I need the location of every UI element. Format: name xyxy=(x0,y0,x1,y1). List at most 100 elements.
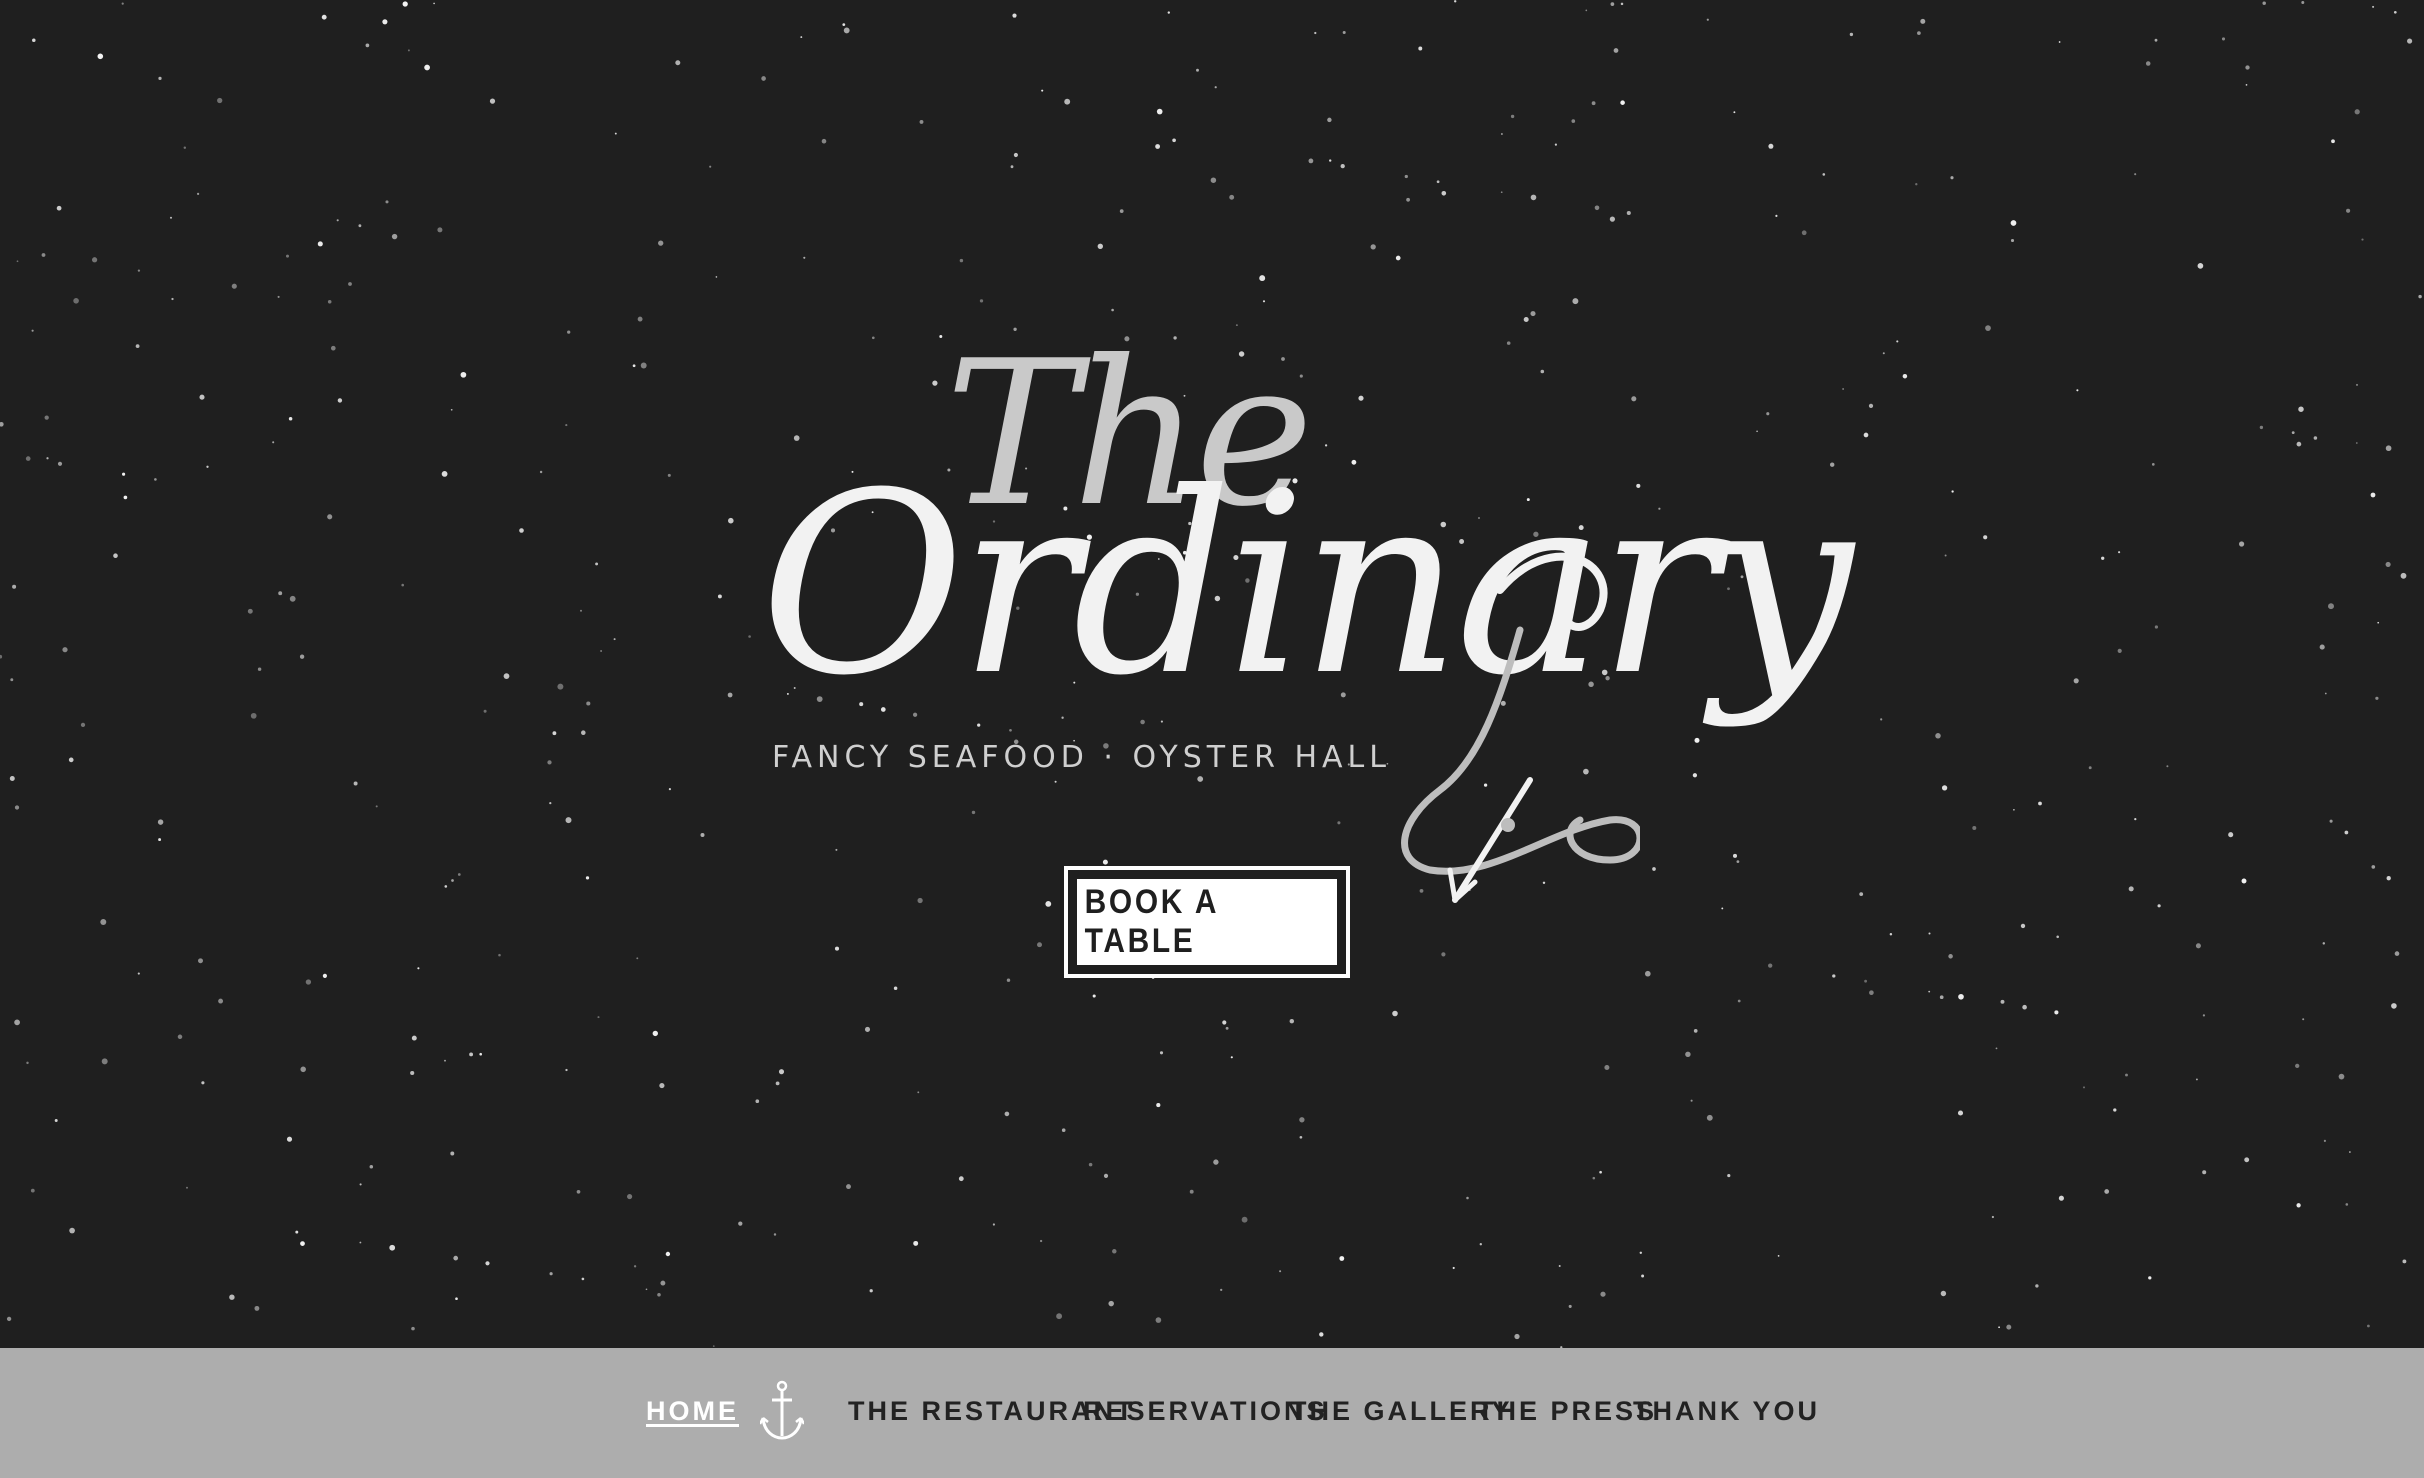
star-speck xyxy=(2377,621,2380,624)
star-speck xyxy=(581,1277,585,1281)
star-speck xyxy=(2296,1203,2301,1208)
star-speck xyxy=(913,1240,919,1246)
star-speck xyxy=(1500,133,1503,135)
star-speck xyxy=(667,473,671,477)
star-speck xyxy=(1692,773,1698,778)
star-speck xyxy=(633,1265,637,1268)
star-speck xyxy=(57,461,63,466)
star-speck xyxy=(277,295,280,298)
star-speck xyxy=(1013,152,1018,158)
star-speck xyxy=(137,972,140,975)
star-speck xyxy=(1530,194,1537,201)
star-speck xyxy=(557,683,564,690)
star-speck xyxy=(2302,1018,2305,1021)
star-speck xyxy=(2117,648,2122,653)
star-speck xyxy=(1092,994,1096,998)
star-speck xyxy=(169,216,173,219)
star-speck xyxy=(2371,865,2376,869)
star-speck xyxy=(1554,143,1557,146)
star-speck xyxy=(1155,144,1161,149)
star-speck xyxy=(14,1019,20,1026)
star-speck xyxy=(299,654,305,659)
star-speck xyxy=(2125,1073,2128,1077)
star-speck xyxy=(201,1081,205,1085)
star-speck xyxy=(1010,165,1014,169)
star-speck xyxy=(417,967,420,970)
star-speck xyxy=(1111,308,1114,312)
star-speck xyxy=(1039,1239,1043,1243)
star-speck xyxy=(457,873,461,876)
star-speck xyxy=(1801,230,1807,236)
star-speck xyxy=(2157,904,2161,908)
star-speck xyxy=(2355,383,2359,386)
star-speck xyxy=(1259,275,1266,282)
star-speck xyxy=(2054,1010,2059,1015)
star-speck xyxy=(1441,952,1446,957)
star-speck xyxy=(483,709,487,713)
star-speck xyxy=(2391,1003,2397,1009)
star-speck xyxy=(56,205,62,211)
star-speck xyxy=(171,297,174,301)
star-speck xyxy=(1889,932,1893,936)
star-speck xyxy=(1882,352,1885,355)
nav-item-the-press[interactable]: THE PRESS xyxy=(1477,1394,1657,1429)
star-speck xyxy=(1308,158,1314,164)
star-speck xyxy=(657,1293,661,1297)
star-speck xyxy=(1103,1173,1109,1178)
star-speck xyxy=(1572,298,1579,305)
star-speck xyxy=(2259,425,2264,430)
star-speck xyxy=(1064,98,1071,105)
star-speck xyxy=(2386,876,2391,881)
star-speck xyxy=(158,76,162,81)
star-speck xyxy=(2104,1189,2110,1194)
star-speck xyxy=(1706,18,1709,21)
star-speck xyxy=(1736,860,1740,863)
star-speck xyxy=(2020,923,2026,929)
star-speck xyxy=(411,1326,415,1331)
star-speck xyxy=(460,371,467,378)
nav-item-home[interactable]: HOME xyxy=(646,1394,739,1429)
star-speck xyxy=(613,638,616,641)
star-speck xyxy=(1289,1018,1295,1024)
nav-item-thank-you[interactable]: THANK YOU xyxy=(1633,1394,1820,1429)
star-speck xyxy=(585,876,590,880)
star-speck xyxy=(444,885,448,888)
star-speck xyxy=(382,19,388,25)
anchor-icon[interactable] xyxy=(760,1380,804,1442)
star-speck xyxy=(1441,191,1447,196)
star-speck xyxy=(1452,1266,1455,1270)
star-speck xyxy=(2319,644,2325,650)
star-speck xyxy=(1167,11,1170,14)
star-speck xyxy=(2324,692,2327,695)
star-speck xyxy=(2056,935,2059,939)
star-speck xyxy=(469,1052,474,1057)
star-speck xyxy=(1620,100,1625,105)
star-speck xyxy=(597,1016,600,1019)
star-speck xyxy=(389,1244,396,1251)
star-speck xyxy=(821,138,827,144)
star-speck xyxy=(2345,1203,2349,1206)
star-speck xyxy=(2394,951,2400,956)
star-speck xyxy=(2323,1139,2326,1142)
star-speck xyxy=(1108,1300,1114,1307)
star-speck xyxy=(68,757,74,763)
nav-menu: HOME THE RESTAURANT RESERVATIONS THE GAL… xyxy=(0,1348,2424,1478)
star-speck xyxy=(565,817,572,824)
book-a-table-button[interactable]: BOOK A TABLE xyxy=(1064,866,1350,978)
star-speck xyxy=(1012,13,1017,18)
star-speck xyxy=(385,200,389,204)
logo[interactable]: The Ordinary FANCY SEAFOOD · OYSTER HALL xyxy=(760,330,1853,910)
star-speck xyxy=(1241,1216,1248,1223)
star-speck xyxy=(196,192,200,196)
star-speck xyxy=(1156,1103,1161,1108)
star-speck xyxy=(16,260,19,263)
star-speck xyxy=(183,146,186,149)
star-speck xyxy=(1941,785,1948,791)
star-speck xyxy=(717,594,722,599)
star-speck xyxy=(864,1026,871,1032)
star-speck xyxy=(1690,1099,1693,1102)
star-speck xyxy=(0,421,4,427)
star-speck xyxy=(2228,832,2234,838)
star-speck xyxy=(300,1066,306,1073)
star-speck xyxy=(359,1183,362,1186)
